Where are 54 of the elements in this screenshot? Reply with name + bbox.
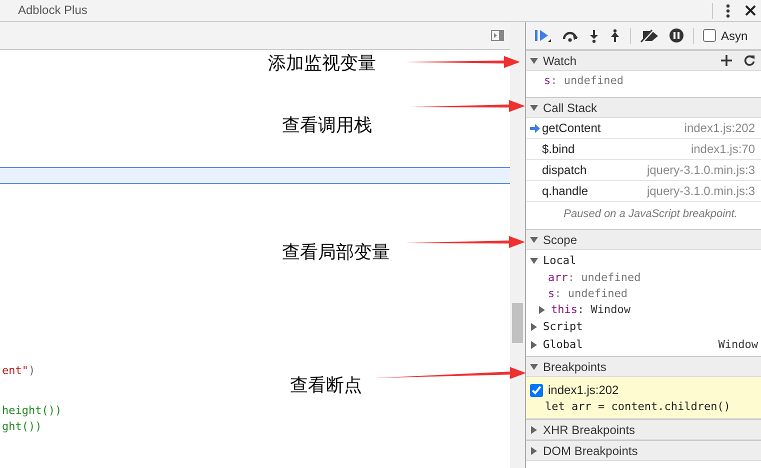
- section-header[interactable]: Breakpoints: [526, 356, 761, 377]
- pause-icon[interactable]: [669, 28, 684, 43]
- deactivate-breakpoints-icon[interactable]: [640, 28, 660, 42]
- add-icon[interactable]: [721, 55, 732, 66]
- section-header[interactable]: XHR Breakpoints: [526, 419, 761, 440]
- code-line: ght()): [2, 419, 42, 435]
- call-frame[interactable]: getContent index1.js:202: [526, 118, 761, 139]
- step-out-icon[interactable]: [609, 28, 621, 42]
- section-header[interactable]: Scope: [526, 229, 761, 250]
- frame-name: $.bind: [542, 141, 575, 158]
- frame-location: index1.js:70: [690, 141, 755, 158]
- scrollbar[interactable]: [510, 22, 525, 468]
- call-frame[interactable]: q.handle jquery-3.1.0.min.js:3: [526, 181, 761, 202]
- watch-expression: s: undefined: [544, 73, 624, 89]
- expand-triangle-icon[interactable]: [530, 341, 538, 349]
- panel-toggle-icon[interactable]: [491, 30, 504, 41]
- scope-group-name[interactable]: Global: [543, 336, 583, 354]
- breakpoint-location: index1.js:202: [548, 382, 619, 399]
- async-checkbox[interactable]: [703, 29, 716, 42]
- scope-variable: s: undefined: [548, 286, 628, 302]
- resume-icon[interactable]: [534, 28, 552, 42]
- annotation-text: 查看局部变量: [282, 241, 390, 264]
- collapse-triangle-icon[interactable]: [530, 257, 538, 265]
- breakpoint-code: let arr = content.children(): [544, 399, 732, 415]
- scope-group-name[interactable]: Script: [543, 318, 583, 336]
- window-title: Adblock Plus: [17, 2, 88, 19]
- frame-name: q.handle: [542, 183, 588, 200]
- section-header[interactable]: Watch: [526, 50, 761, 71]
- code-line: height()): [2, 403, 62, 419]
- section-header[interactable]: DOM Breakpoints: [526, 440, 761, 461]
- frame-name: dispatch: [542, 162, 587, 179]
- call-frame[interactable]: $.bind index1.js:70: [526, 139, 761, 160]
- frame-location: jquery-3.1.0.min.js:3: [646, 162, 755, 179]
- paused-message: Paused on a JavaScript breakpoint.: [562, 207, 738, 222]
- frame-location: jquery-3.1.0.min.js:3: [646, 183, 755, 200]
- scope-variable: this: Window: [551, 302, 630, 318]
- breakpoint-checkbox[interactable]: [530, 384, 543, 396]
- expand-triangle-icon[interactable]: [538, 306, 546, 314]
- step-into-icon[interactable]: [588, 28, 600, 42]
- expand-triangle-icon[interactable]: [530, 323, 538, 331]
- breakpoint-entry[interactable]: index1.js:202 let arr = content.children(): [526, 377, 761, 419]
- scope-group-name[interactable]: Local: [543, 252, 576, 270]
- code-line: ent"): [2, 363, 36, 379]
- async-label: Asyn: [721, 28, 748, 44]
- refresh-icon[interactable]: [744, 55, 755, 66]
- section-header[interactable]: Call Stack: [526, 97, 761, 118]
- scope-variable: arr: undefined: [548, 270, 641, 286]
- frame-name: getContent: [542, 120, 601, 137]
- call-frame[interactable]: dispatch jquery-3.1.0.min.js:3: [526, 160, 761, 181]
- scope-value: Window: [718, 336, 759, 353]
- annotation-text: 查看调用栈: [282, 114, 372, 137]
- frame-location: index1.js:202: [684, 120, 755, 137]
- annotation-text: 添加监视变量: [268, 52, 376, 75]
- annotation-text: 查看断点: [290, 374, 362, 397]
